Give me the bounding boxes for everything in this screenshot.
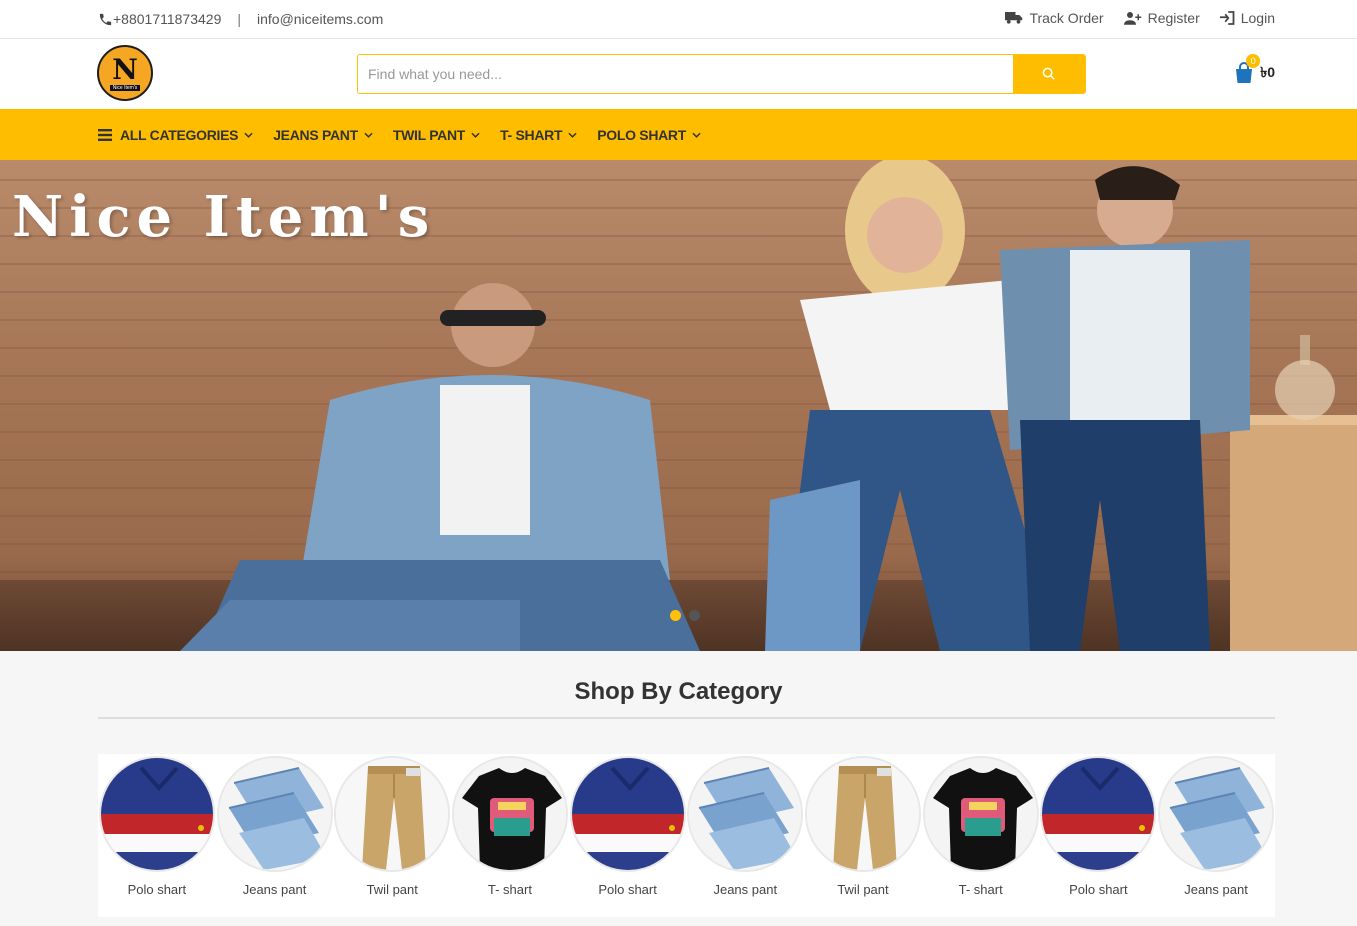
section-title: Shop By Category xyxy=(574,678,783,705)
category-image xyxy=(1158,756,1275,872)
category-label: Polo shart xyxy=(1069,882,1128,897)
register-link[interactable]: Register xyxy=(1123,10,1200,26)
nav-twil-pant[interactable]: TWIL PANT xyxy=(393,127,480,143)
phone-number[interactable]: +8801711873429 xyxy=(113,11,221,27)
user-plus-icon xyxy=(1123,11,1142,25)
hero-banner[interactable]: Nice Item's xyxy=(0,160,1357,651)
nav-jeans-pant[interactable]: JEANS PANT xyxy=(273,127,373,143)
truck-icon xyxy=(1005,11,1023,25)
category-label: Twil pant xyxy=(837,882,889,897)
nav-item-label: JEANS PANT xyxy=(273,126,358,143)
logo-tagline: Nice Item's xyxy=(109,84,141,91)
category-image xyxy=(687,756,804,872)
category-card[interactable]: Polo shart xyxy=(1040,754,1158,917)
category-label: T- shart xyxy=(958,882,1003,897)
contact-info: +8801711873429 | info@niceitems.com xyxy=(98,11,383,27)
chevron-down-icon xyxy=(692,132,701,138)
shopping-bag-icon: 0 xyxy=(1234,54,1261,84)
logo-monogram: N xyxy=(112,52,138,86)
chevron-down-icon xyxy=(364,132,373,138)
login-label: Login xyxy=(1240,10,1275,26)
cart-count-badge: 0 xyxy=(1246,54,1261,68)
site-logo[interactable]: N Nice Item's xyxy=(97,45,153,101)
search-icon xyxy=(1042,67,1056,81)
slider-dots xyxy=(670,610,700,621)
login-link[interactable]: Login xyxy=(1219,10,1275,26)
category-card[interactable]: Polo shart xyxy=(569,754,687,917)
category-card[interactable]: Jeans pant xyxy=(1157,754,1275,917)
category-image xyxy=(451,756,568,872)
nav-item-label: TWIL PANT xyxy=(392,126,466,143)
nav-item-label: ALL CATEGORIES xyxy=(120,126,239,143)
register-label: Register xyxy=(1147,10,1200,26)
separator: | xyxy=(237,11,241,27)
top-bar: +8801711873429 | info@niceitems.com Trac… xyxy=(0,0,1357,39)
category-image xyxy=(922,756,1039,872)
phone-icon xyxy=(98,12,113,27)
category-image xyxy=(334,756,451,872)
category-image xyxy=(98,756,215,872)
nav-items: ALL CATEGORIES JEANS PANT TWIL PANT T- S… xyxy=(98,109,721,160)
category-label: Jeans pant xyxy=(242,882,307,897)
email-address[interactable]: info@niceitems.com xyxy=(257,11,383,27)
nav-item-label: POLO SHART xyxy=(597,126,686,143)
category-card[interactable]: Jeans pant xyxy=(216,754,334,917)
bars-icon xyxy=(98,128,112,141)
search-input[interactable] xyxy=(358,55,1013,93)
shop-by-category-section: Shop By Category Polo shart Jeans pant Twi… xyxy=(0,651,1357,926)
category-label: Polo shart xyxy=(598,882,657,897)
cart-amount: ৳0 xyxy=(1260,64,1275,80)
category-label: Jeans pant xyxy=(1184,882,1248,897)
category-label: Polo shart xyxy=(127,882,187,897)
cart-button[interactable]: 0 ৳0 xyxy=(1234,54,1275,85)
search-bar xyxy=(357,54,1086,94)
search-button[interactable] xyxy=(1013,55,1085,93)
category-image xyxy=(804,756,921,872)
nav-all-categories[interactable]: ALL CATEGORIES xyxy=(98,127,253,143)
account-links: Track Order Register Login xyxy=(1005,10,1275,26)
nav-item-label: T- SHART xyxy=(500,126,563,143)
main-header: N Nice Item's 0 ৳0 xyxy=(0,39,1357,109)
chevron-down-icon xyxy=(568,132,577,138)
category-image xyxy=(569,756,686,872)
category-card[interactable]: T- shart xyxy=(922,754,1040,917)
category-card[interactable]: Twil pant xyxy=(804,754,922,917)
hero-title: Nice Item's xyxy=(12,184,436,250)
nav-polo-shart[interactable]: POLO SHART xyxy=(597,127,701,143)
category-carousel: Polo shart Jeans pant Twil pant T- shart Pol… xyxy=(98,754,1275,917)
category-label: Twil pant xyxy=(366,882,418,897)
category-label: T- shart xyxy=(487,882,532,897)
nav-t-shart[interactable]: T- SHART xyxy=(500,127,577,143)
track-order-link[interactable]: Track Order xyxy=(1005,10,1104,26)
category-card[interactable]: Twil pant xyxy=(333,754,451,917)
category-card[interactable]: T- shart xyxy=(451,754,569,917)
slider-dot-2[interactable] xyxy=(689,610,700,621)
track-order-label: Track Order xyxy=(1029,10,1104,26)
category-nav: ALL CATEGORIES JEANS PANT TWIL PANT T- S… xyxy=(0,109,1357,160)
category-label: Jeans pant xyxy=(713,882,778,897)
section-divider xyxy=(98,717,1275,719)
chevron-down-icon xyxy=(471,132,480,138)
category-image xyxy=(216,756,333,872)
category-card[interactable]: Polo shart xyxy=(98,754,216,917)
category-image xyxy=(1040,756,1157,872)
sign-in-icon xyxy=(1219,11,1235,25)
slider-dot-1[interactable] xyxy=(670,610,681,621)
chevron-down-icon xyxy=(244,132,253,138)
category-card[interactable]: Jeans pant xyxy=(686,754,804,917)
